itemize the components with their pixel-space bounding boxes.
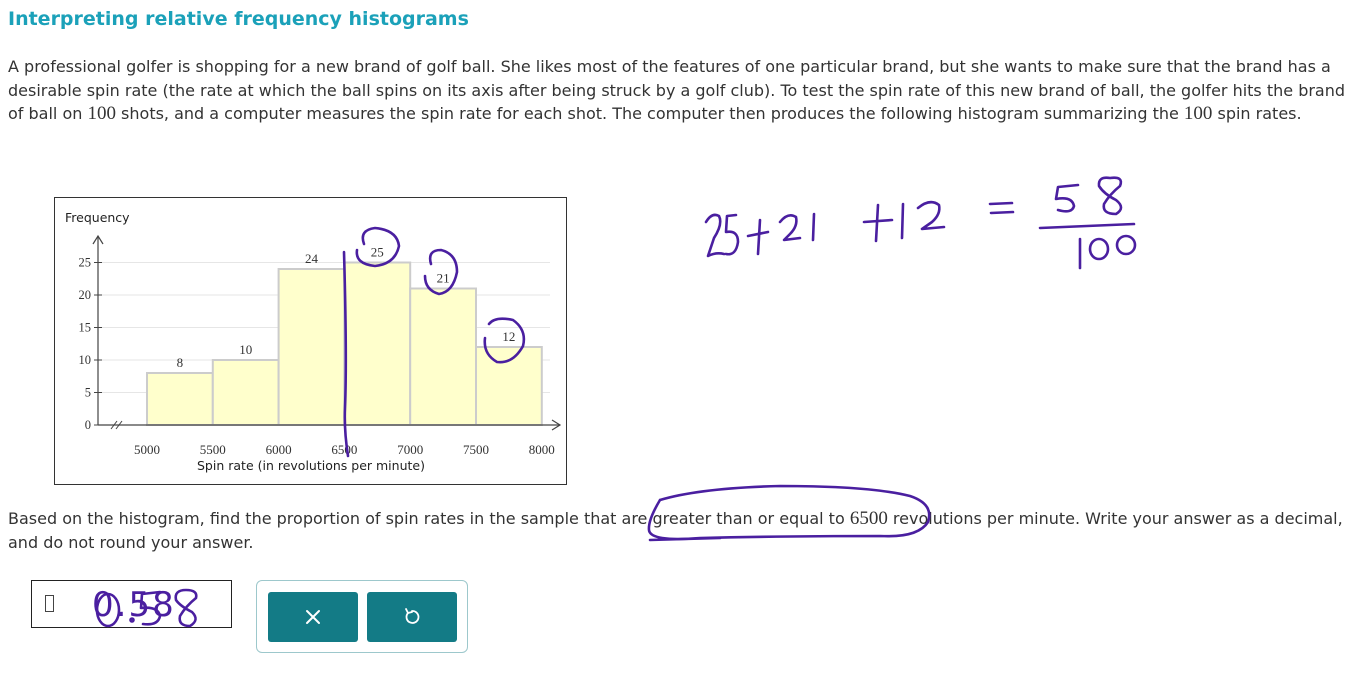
- histogram-bar: [475, 346, 543, 426]
- y-tick-label: 5: [85, 386, 91, 400]
- y-tick-label: 25: [79, 256, 92, 270]
- handwritten-equals: [988, 201, 1015, 215]
- question-text: Based on the histogram, find the proport…: [8, 507, 1348, 554]
- y-tick-label: 0: [85, 418, 91, 432]
- problem-number-rates: 100: [1183, 103, 1213, 124]
- clear-button[interactable]: [268, 592, 358, 642]
- x-tick-label: 7000: [397, 442, 423, 457]
- answer-button-group: [256, 580, 468, 653]
- answer-value: 0.58: [92, 585, 176, 625]
- question-text-part1: Based on the histogram, find the proport…: [8, 509, 850, 528]
- bar-value-label: 21: [437, 271, 450, 286]
- problem-text: A professional golfer is shopping for a …: [8, 55, 1360, 126]
- handwritten-sum: [704, 200, 946, 258]
- x-tick-label: 7500: [463, 442, 489, 457]
- handwritten-fraction: [1038, 176, 1137, 270]
- bar-value-label: 8: [177, 355, 184, 370]
- histogram-bar: [146, 372, 214, 426]
- x-tick-label: 6500: [331, 442, 357, 457]
- x-tick-label: 8000: [529, 442, 555, 457]
- y-tick-label: 15: [79, 321, 92, 335]
- bar-value-label: 24: [305, 251, 319, 266]
- bar-value-label: 25: [371, 245, 384, 260]
- y-tick-label: 20: [79, 288, 92, 302]
- x-tick-label: 5500: [200, 442, 226, 457]
- x-tick-label: 5000: [134, 442, 160, 457]
- histogram-chart: 8 10 24 25 21 12 0 5 10 15 20 25 5000 5500 6000 6500 700…: [54, 197, 567, 485]
- answer-input[interactable]: 0.58: [31, 580, 232, 628]
- page-title: Interpreting relative frequency histogra…: [8, 8, 469, 30]
- histogram-bar: [343, 261, 412, 426]
- x-tick-label: 6000: [266, 442, 292, 457]
- problem-number-shots: 100: [87, 103, 116, 124]
- histogram-bar: [409, 287, 478, 426]
- question-number-threshold: 6500: [849, 508, 888, 529]
- y-tick-label: 10: [79, 353, 92, 367]
- histogram-bar: [277, 268, 346, 426]
- bar-value-label: 10: [239, 342, 252, 357]
- problem-text-part2: shots, and a computer measures the spin …: [115, 104, 1184, 123]
- undo-icon: [405, 608, 420, 624]
- text-cursor: [45, 595, 54, 612]
- histogram-svg: 8 10 24 25 21 12 0 5 10 15 20 25 5000 5500 6000 6500 700…: [65, 210, 562, 473]
- close-icon: [306, 610, 320, 624]
- x-axis-label: Spin rate (in revolutions per minute): [197, 458, 425, 473]
- problem-text-part3: spin rates.: [1212, 104, 1302, 123]
- undo-button[interactable]: [367, 592, 457, 642]
- y-axis-label: Frequency: [65, 210, 130, 225]
- histogram-bar: [211, 359, 280, 426]
- bar-value-label: 12: [502, 329, 515, 344]
